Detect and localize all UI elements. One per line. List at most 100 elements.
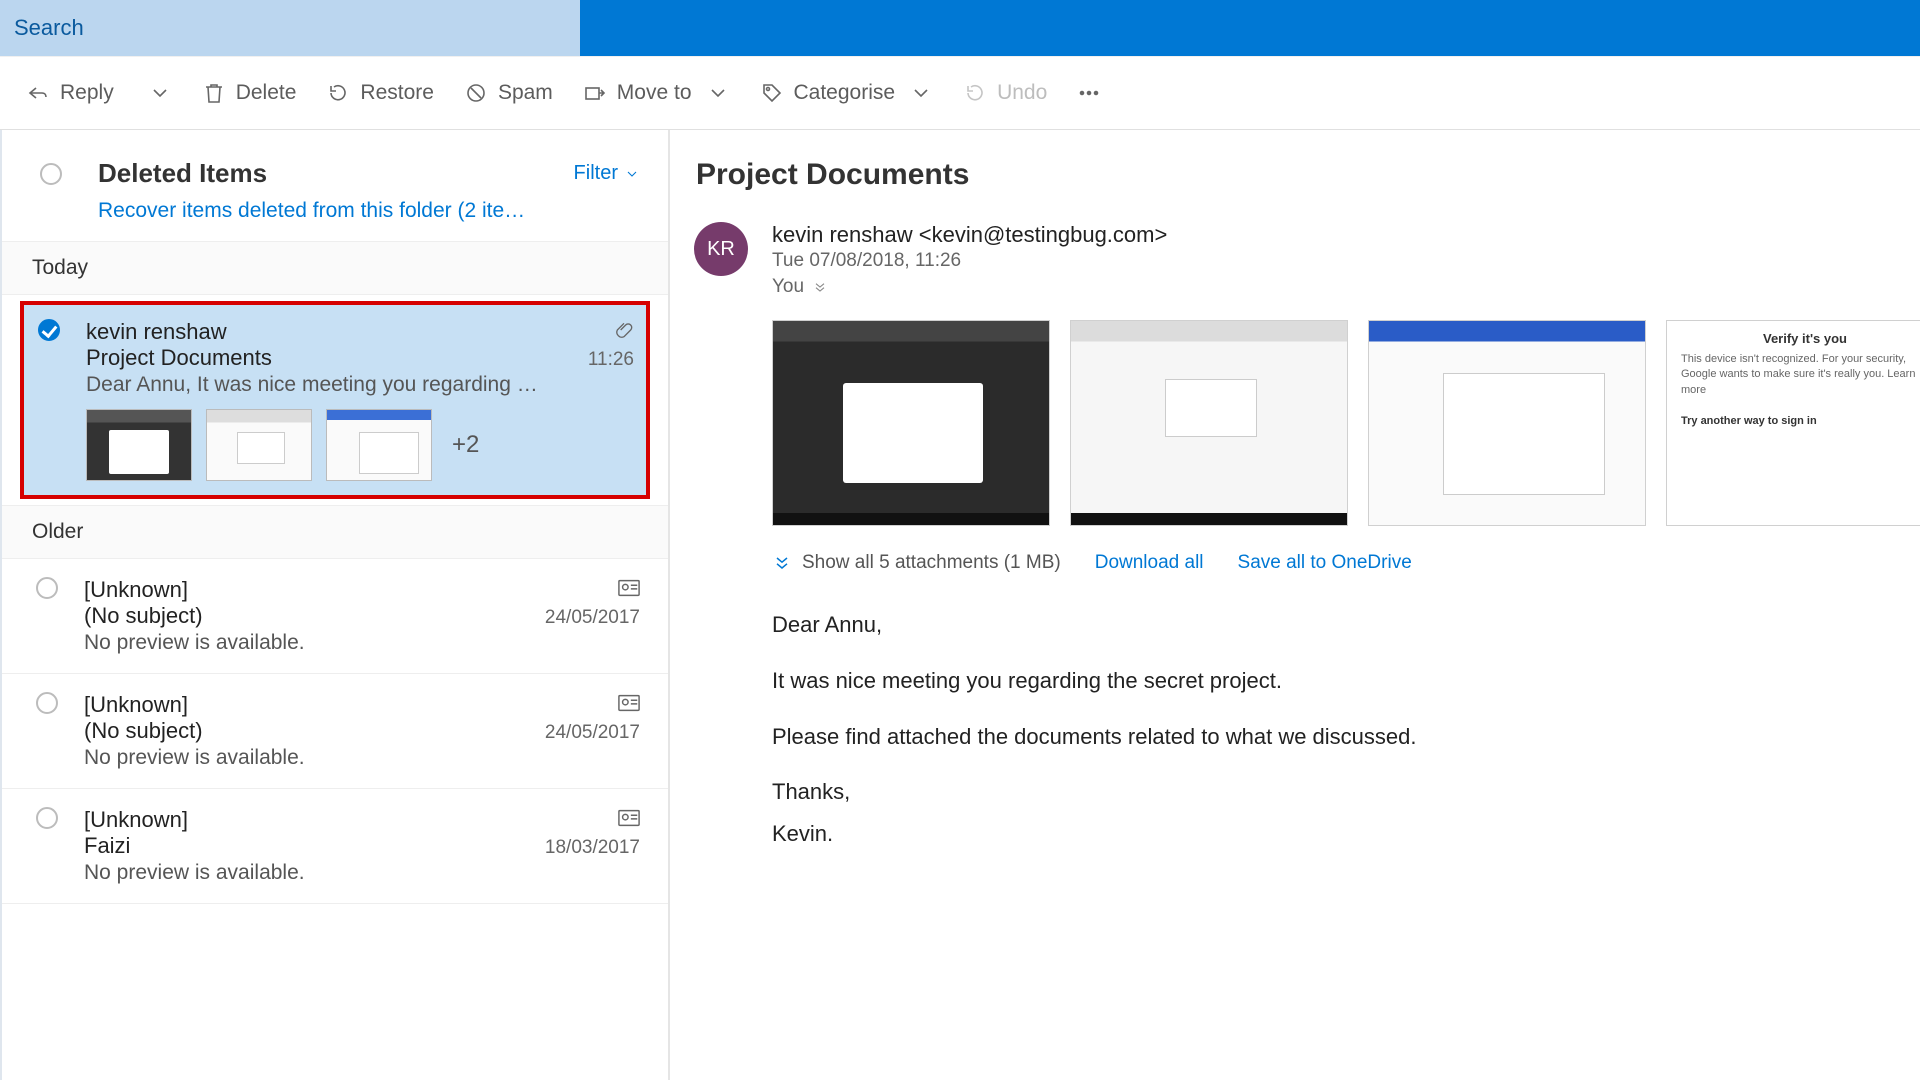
attachment-preview[interactable]: Verify it's you This device isn't recogn… — [1666, 320, 1920, 526]
attachment-thumb[interactable] — [206, 409, 312, 481]
email-from: kevin renshaw <kevin@testingbug.com> — [772, 222, 1167, 248]
attachment-previews: Verify it's you This device isn't recogn… — [772, 320, 1896, 526]
download-all-link[interactable]: Download all — [1095, 552, 1204, 574]
email-body-paragraph: Thanks, — [772, 771, 1872, 813]
attachment-thumb[interactable] — [326, 409, 432, 481]
message-item-selected[interactable]: kevin renshaw Project Documents 11:26 De… — [20, 301, 650, 499]
filter-button[interactable]: Filter — [574, 162, 640, 185]
undo-button[interactable]: Undo — [963, 81, 1047, 105]
message-subject: (No subject) — [84, 718, 545, 744]
message-item[interactable]: [Unknown] Faizi 18/03/2017 No preview is… — [2, 789, 668, 904]
message-select-checkbox[interactable] — [36, 807, 58, 829]
more-actions-button[interactable] — [1077, 81, 1101, 105]
chevron-down-icon — [909, 81, 933, 105]
attachment-thumb[interactable] — [86, 409, 192, 481]
section-today: Today — [2, 241, 668, 295]
reading-pane: Project Documents KR kevin renshaw <kevi… — [670, 130, 1920, 1080]
more-attachments-count[interactable]: +2 — [452, 431, 479, 459]
action-toolbar: Reply Delete Restore Spam Move to Catego… — [0, 56, 1920, 130]
email-body: Dear Annu, It was nice meeting you regar… — [772, 604, 1872, 855]
attachment-icon — [614, 320, 634, 345]
message-time: 24/05/2017 — [545, 607, 640, 629]
message-time: 18/03/2017 — [545, 837, 640, 859]
email-body-paragraph: It was nice meeting you regarding the se… — [772, 660, 1872, 702]
trash-icon — [202, 81, 226, 105]
reply-menu-button[interactable] — [144, 81, 172, 105]
attachment-actions: Show all 5 attachments (1 MB) Download a… — [772, 552, 1896, 574]
message-sender: kevin renshaw — [86, 319, 614, 345]
message-preview: No preview is available. — [84, 746, 604, 770]
contact-card-icon — [618, 809, 640, 832]
message-select-checkbox[interactable] — [38, 319, 60, 341]
message-sender: [Unknown] — [84, 577, 618, 603]
categorise-button[interactable]: Categorise — [760, 81, 934, 105]
spam-label: Spam — [498, 81, 553, 105]
folder-title: Deleted Items — [98, 158, 574, 189]
section-older: Older — [2, 505, 668, 559]
chevron-down-icon — [624, 166, 640, 182]
search-input[interactable] — [14, 15, 580, 41]
delete-button[interactable]: Delete — [202, 81, 297, 105]
attachment-preview[interactable] — [772, 320, 1050, 526]
sender-avatar[interactable]: KR — [694, 222, 748, 276]
move-to-label: Move to — [617, 81, 692, 105]
email-date: Tue 07/08/2018, 11:26 — [772, 250, 1167, 272]
contact-card-icon — [618, 694, 640, 717]
spam-icon — [464, 81, 488, 105]
restore-icon — [326, 81, 350, 105]
search-bar — [0, 0, 1920, 56]
message-select-checkbox[interactable] — [36, 692, 58, 714]
recover-deleted-link[interactable]: Recover items deleted from this folder (… — [2, 199, 562, 241]
message-preview: Dear Annu, It was nice meeting you regar… — [86, 373, 606, 397]
email-subject-heading: Project Documents — [696, 158, 1896, 192]
expand-recipients-icon — [812, 279, 828, 295]
message-preview: No preview is available. — [84, 861, 604, 885]
contact-card-icon — [618, 579, 640, 602]
email-header: KR kevin renshaw <kevin@testingbug.com> … — [694, 222, 1896, 298]
message-list-pane: Deleted Items Filter Recover items delet… — [0, 130, 670, 1080]
more-icon — [1077, 81, 1101, 105]
undo-label: Undo — [997, 81, 1047, 105]
restore-button[interactable]: Restore — [326, 81, 434, 105]
message-sender: [Unknown] — [84, 692, 618, 718]
show-all-attachments-button[interactable]: Show all 5 attachments (1 MB) — [772, 552, 1061, 574]
reply-button[interactable]: Reply — [26, 81, 114, 105]
message-subject: Project Documents — [86, 345, 588, 371]
message-time: 11:26 — [588, 349, 634, 371]
message-select-checkbox[interactable] — [36, 577, 58, 599]
email-body-paragraph: Dear Annu, — [772, 604, 1872, 646]
delete-label: Delete — [236, 81, 297, 105]
restore-label: Restore — [360, 81, 434, 105]
message-item[interactable]: [Unknown] (No subject) 24/05/2017 No pre… — [2, 674, 668, 789]
attachment-preview-text: Try another way to sign in — [1681, 414, 1920, 429]
list-header: Deleted Items Filter — [2, 130, 668, 199]
move-to-button[interactable]: Move to — [583, 81, 730, 105]
reply-icon — [26, 81, 50, 105]
reply-label: Reply — [60, 81, 114, 105]
email-body-paragraph: Please find attached the documents relat… — [772, 716, 1872, 758]
content-area: Deleted Items Filter Recover items delet… — [0, 130, 1920, 1080]
attachment-preview[interactable] — [1368, 320, 1646, 526]
message-subject: (No subject) — [84, 603, 545, 629]
show-all-attachments-label: Show all 5 attachments (1 MB) — [802, 552, 1061, 574]
attachment-preview-heading: Verify it's you — [1681, 331, 1920, 346]
undo-icon — [963, 81, 987, 105]
email-recipients[interactable]: You — [772, 276, 828, 298]
spam-button[interactable]: Spam — [464, 81, 553, 105]
double-chevron-down-icon — [772, 553, 792, 573]
attachment-thumb-row: +2 — [86, 409, 634, 481]
save-to-onedrive-link[interactable]: Save all to OneDrive — [1238, 552, 1412, 574]
message-time: 24/05/2017 — [545, 722, 640, 744]
message-sender: [Unknown] — [84, 807, 618, 833]
message-preview: No preview is available. — [84, 631, 604, 655]
message-item[interactable]: [Unknown] (No subject) 24/05/2017 No pre… — [2, 559, 668, 674]
search-input-wrapper[interactable] — [0, 0, 580, 56]
tag-icon — [760, 81, 784, 105]
attachment-preview-text: This device isn't recognized. For your s… — [1681, 352, 1920, 398]
move-icon — [583, 81, 607, 105]
email-to-label: You — [772, 276, 804, 298]
attachment-preview[interactable] — [1070, 320, 1348, 526]
select-all-checkbox[interactable] — [40, 163, 62, 185]
chevron-down-icon — [148, 81, 172, 105]
categorise-label: Categorise — [794, 81, 896, 105]
